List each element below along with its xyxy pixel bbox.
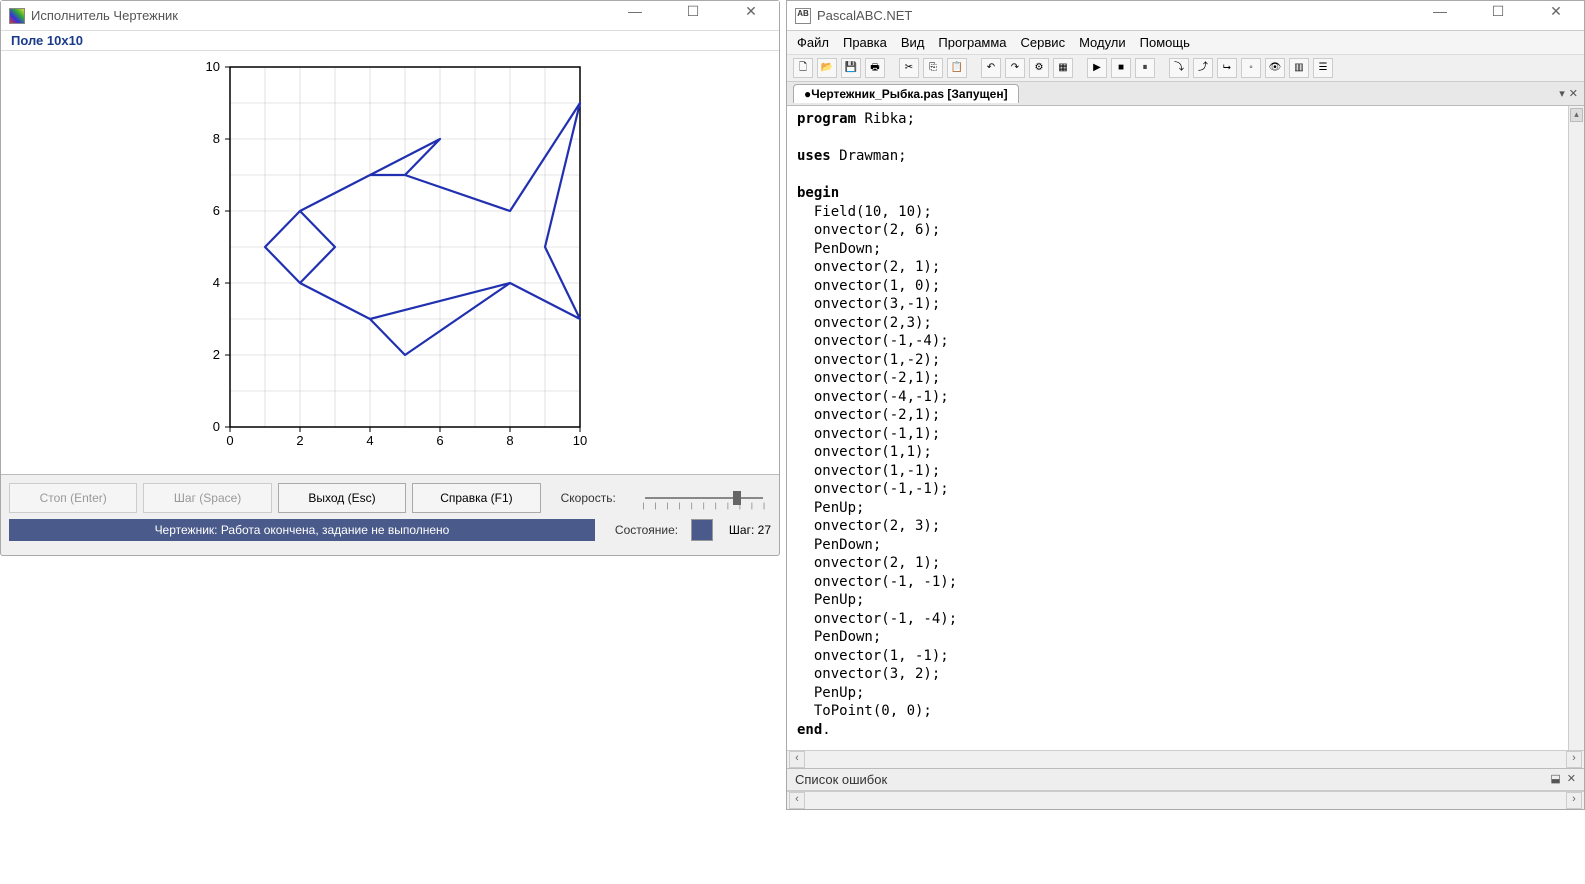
svg-text:6: 6 <box>436 433 443 448</box>
status-bar: Чертежник: Работа окончена, задание не в… <box>9 519 595 541</box>
horizontal-scrollbar[interactable]: ‹ › <box>787 750 1584 768</box>
toolbar-stop-icon[interactable]: ■ <box>1111 58 1131 78</box>
menu-help[interactable]: Помощь <box>1140 35 1190 50</box>
svg-text:0: 0 <box>226 433 233 448</box>
toolbar: 🗋📂💾🖶 ✂⎘📋 ↶↷⚙▦ ▶■⏸ ⤵⤴⮡◦👁▥☰ <box>787 55 1584 82</box>
close-button[interactable]: ✕ <box>1536 3 1576 28</box>
scroll-left-icon[interactable]: ‹ <box>789 751 805 768</box>
drawman-titlebar: Исполнитель Чертежник — ☐ ✕ <box>1 1 779 31</box>
svg-text:4: 4 <box>366 433 373 448</box>
toolbar-mod-icon[interactable]: ▦ <box>1053 58 1073 78</box>
toolbar-redo-icon[interactable]: ↷ <box>1005 58 1025 78</box>
drawman-controls: Стоп (Enter) Шаг (Space) Выход (Esc) Спр… <box>1 474 779 555</box>
error-list-panel: Список ошибок ⬓ ✕ ‹ › <box>787 768 1584 809</box>
step-counter: Шаг: 27 <box>729 523 771 537</box>
maximize-button[interactable]: ☐ <box>673 3 713 28</box>
menu-edit[interactable]: Правка <box>843 35 887 50</box>
toolbar-pause-icon[interactable]: ⏸ <box>1135 58 1155 78</box>
menu-modules[interactable]: Модули <box>1079 35 1126 50</box>
scroll-right-icon[interactable]: › <box>1566 792 1582 809</box>
toolbar-paste-icon[interactable]: 📋 <box>947 58 967 78</box>
scroll-right-icon[interactable]: › <box>1566 751 1582 768</box>
menu-program[interactable]: Программа <box>938 35 1006 50</box>
pin-icon[interactable]: ⬓ <box>1550 772 1560 787</box>
vertical-scrollbar[interactable]: ▴ <box>1568 106 1584 750</box>
toolbar-undo-icon[interactable]: ↶ <box>981 58 1001 78</box>
toolbar-cfg-icon[interactable]: ☰ <box>1313 58 1333 78</box>
toolbar-run-icon[interactable]: ▶ <box>1087 58 1107 78</box>
state-indicator <box>691 519 713 541</box>
help-button[interactable]: Справка (F1) <box>412 483 540 513</box>
menu-view[interactable]: Вид <box>901 35 925 50</box>
svg-text:8: 8 <box>506 433 513 448</box>
toolbar-cut-icon[interactable]: ✂ <box>899 58 919 78</box>
toolbar-new-icon[interactable]: 🗋 <box>793 58 813 78</box>
svg-text:8: 8 <box>213 131 220 146</box>
toolbar-copy-icon[interactable]: ⎘ <box>923 58 943 78</box>
close-button[interactable]: ✕ <box>731 3 771 28</box>
tab-close-icon[interactable]: ✕ <box>1569 87 1578 100</box>
svg-text:6: 6 <box>213 203 220 218</box>
drawing-canvas-area: 0 2 4 6 8 10 0 2 4 6 8 10 <box>1 51 779 474</box>
minimize-button[interactable]: — <box>615 3 655 28</box>
svg-text:2: 2 <box>296 433 303 448</box>
window-controls: — ☐ ✕ <box>615 3 771 28</box>
code-editor[interactable]: program Ribka; uses Drawman; begin Field… <box>787 106 1584 750</box>
scroll-left-icon[interactable]: ‹ <box>789 792 805 809</box>
exit-button[interactable]: Выход (Esc) <box>278 483 406 513</box>
window-controls: — ☐ ✕ <box>1420 3 1576 28</box>
ide-app-icon: AB <box>795 8 811 24</box>
errorlist-scrollbar[interactable]: ‹ › <box>787 791 1584 809</box>
panel-close-icon[interactable]: ✕ <box>1567 772 1576 787</box>
field-label: Поле 10x10 <box>1 31 779 51</box>
svg-text:10: 10 <box>573 433 587 448</box>
toolbar-print-icon[interactable]: 🖶 <box>865 58 885 78</box>
error-list-title: Список ошибок <box>795 772 887 787</box>
speed-slider[interactable]: ||||||||||| <box>637 487 771 510</box>
state-label: Состояние: <box>615 523 685 537</box>
toolbar-save-icon[interactable]: 💾 <box>841 58 861 78</box>
step-button[interactable]: Шаг (Space) <box>143 483 271 513</box>
svg-text:4: 4 <box>213 275 220 290</box>
ide-title: PascalABC.NET <box>817 8 1420 23</box>
tab-dropdown-icon[interactable]: ▾ <box>1559 87 1565 100</box>
menu-file[interactable]: Файл <box>797 35 829 50</box>
toolbar-over-icon[interactable]: ⮡ <box>1217 58 1237 78</box>
svg-text:2: 2 <box>213 347 220 362</box>
drawing-canvas: 0 2 4 6 8 10 0 2 4 6 8 10 <box>190 57 590 457</box>
speed-label: Скорость: <box>561 491 631 505</box>
tab-active[interactable]: ●Чертежник_Рыбка.pas [Запущен] <box>793 84 1019 103</box>
svg-text:10: 10 <box>206 59 220 74</box>
toolbar-watch-icon[interactable]: 👁 <box>1265 58 1285 78</box>
tab-strip: ●Чертежник_Рыбка.pas [Запущен] ▾ ✕ <box>787 82 1584 106</box>
stop-button[interactable]: Стоп (Enter) <box>9 483 137 513</box>
toolbar-props-icon[interactable]: ⚙ <box>1029 58 1049 78</box>
drawman-title: Исполнитель Чертежник <box>31 8 615 23</box>
toolbar-out-icon[interactable]: ⤴ <box>1193 58 1213 78</box>
toolbar-mem-icon[interactable]: ▥ <box>1289 58 1309 78</box>
toolbar-open-icon[interactable]: 📂 <box>817 58 837 78</box>
toolbar-in-icon[interactable]: ⤵ <box>1169 58 1189 78</box>
maximize-button[interactable]: ☐ <box>1478 3 1518 28</box>
svg-text:0: 0 <box>213 419 220 434</box>
toolbar-brk-icon[interactable]: ◦ <box>1241 58 1261 78</box>
drawman-app-icon <box>9 8 25 24</box>
ide-titlebar: AB PascalABC.NET — ☐ ✕ <box>787 1 1584 31</box>
menu-service[interactable]: Сервис <box>1021 35 1066 50</box>
pascal-ide-window: AB PascalABC.NET — ☐ ✕ Файл Правка Вид П… <box>786 0 1585 810</box>
minimize-button[interactable]: — <box>1420 3 1460 28</box>
drawman-window: Исполнитель Чертежник — ☐ ✕ Поле 10x10 0… <box>0 0 780 556</box>
menu-bar: Файл Правка Вид Программа Сервис Модули … <box>787 31 1584 55</box>
